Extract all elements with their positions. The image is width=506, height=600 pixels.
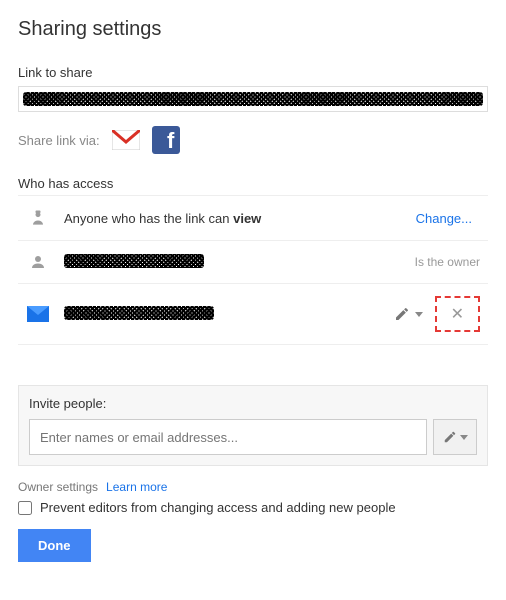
- share-via-label: Share link via:: [18, 133, 100, 148]
- remove-highlight: ✕: [435, 296, 480, 332]
- pencil-icon: [443, 430, 457, 444]
- invite-panel: Invite people:: [18, 385, 488, 466]
- owner-name: [64, 254, 415, 271]
- learn-more-link[interactable]: Learn more: [106, 480, 167, 494]
- remove-user-button[interactable]: ✕: [451, 304, 464, 324]
- svg-text:f: f: [167, 128, 175, 153]
- access-row-link: Anyone who has the link can view Change.…: [18, 196, 488, 241]
- envelope-icon: [26, 306, 50, 322]
- prevent-editors-row[interactable]: Prevent editors from changing access and…: [18, 500, 488, 515]
- permission-dropdown[interactable]: [394, 306, 423, 322]
- owner-label: Is the owner: [415, 255, 480, 269]
- person-icon: [26, 253, 50, 271]
- access-row-owner: Is the owner: [18, 241, 488, 284]
- gmail-icon[interactable]: [112, 126, 140, 154]
- invite-permission-dropdown[interactable]: [433, 419, 477, 455]
- who-has-access-label: Who has access: [18, 176, 488, 191]
- editor-name: [64, 306, 394, 323]
- invite-label: Invite people:: [29, 396, 477, 411]
- link-to-share-label: Link to share: [18, 65, 488, 80]
- done-button[interactable]: Done: [18, 529, 91, 562]
- owner-settings-label: Owner settings: [18, 480, 98, 494]
- prevent-editors-label: Prevent editors from changing access and…: [40, 500, 396, 515]
- share-link-input[interactable]: [18, 86, 488, 112]
- access-link-text: Anyone who has the link can view: [64, 211, 416, 226]
- pencil-icon: [394, 306, 410, 322]
- prevent-editors-checkbox[interactable]: [18, 501, 32, 515]
- chevron-down-icon: [460, 435, 468, 440]
- facebook-icon[interactable]: f: [152, 126, 180, 154]
- link-person-icon: [26, 208, 50, 228]
- dialog-title: Sharing settings: [18, 18, 488, 41]
- access-row-editor: ✕: [18, 284, 488, 345]
- chevron-down-icon: [415, 312, 423, 317]
- invite-input[interactable]: [29, 419, 427, 455]
- change-link[interactable]: Change...: [416, 211, 472, 226]
